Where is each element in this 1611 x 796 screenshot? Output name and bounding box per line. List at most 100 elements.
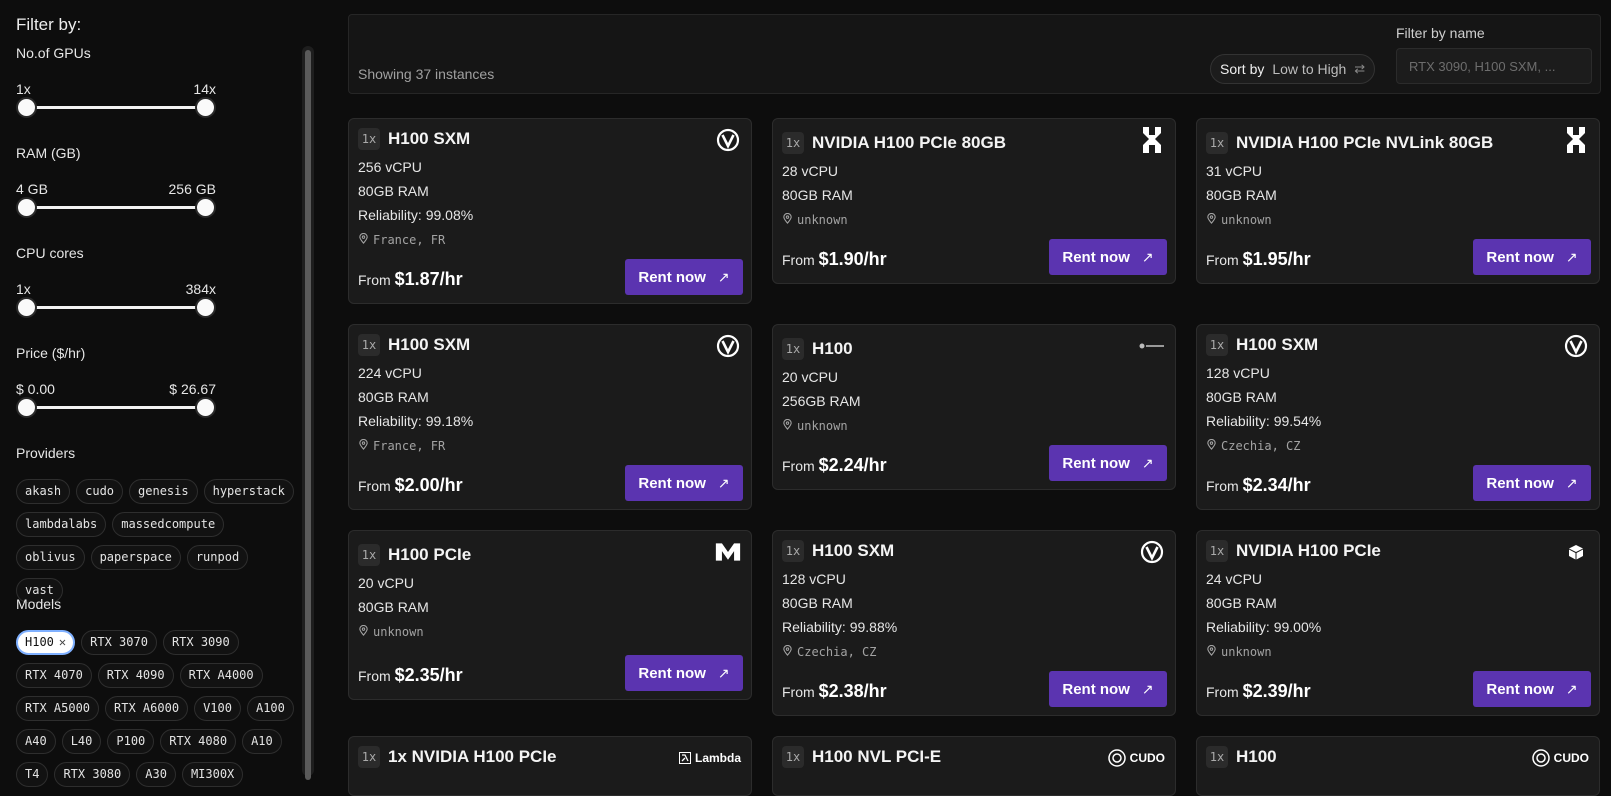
scrollbar-thumb[interactable] (305, 50, 311, 780)
reliability-spec: Reliability: 99.08% (358, 207, 474, 223)
slider-track (26, 306, 206, 309)
arrow-up-right-icon: ↗ (1141, 454, 1154, 471)
vcpu-spec: 28 vCPU (782, 163, 839, 179)
model-tag[interactable]: A10 (242, 729, 282, 754)
gpu-count-badge: 1x (1206, 132, 1228, 154)
provider-tag[interactable]: lambdalabs (16, 512, 107, 537)
instance-card: 1x H100 SXM 256 vCPU 80GB RAM Reliability: 9… (348, 118, 752, 304)
gpus-min-value: 1x (16, 81, 31, 97)
instance-card: 1x NVIDIA H100 PCIe NVLink 80GB 31 vCPU 80G… (1196, 118, 1600, 284)
rent-now-button[interactable]: Rent now ↗ (1473, 465, 1591, 501)
cpu-slider[interactable] (16, 297, 216, 319)
provider-tag[interactable]: akash (16, 479, 71, 504)
model-tag[interactable]: RTX 3080 (54, 762, 131, 787)
results-count: Showing 37 instances (358, 66, 495, 82)
rent-now-label: Rent now (1062, 454, 1130, 472)
location-text: unknown (373, 625, 424, 639)
ram-max-handle[interactable] (195, 197, 216, 218)
provider-tag[interactable]: massedcompute (112, 512, 225, 537)
location-text: unknown (797, 213, 848, 227)
model-tag[interactable]: RTX 4080 (160, 729, 237, 754)
model-tag[interactable]: RTX 3090 (162, 630, 239, 655)
instance-name: H100 SXM (388, 335, 471, 354)
model-tag[interactable]: A30 (136, 762, 176, 787)
rent-now-button[interactable]: Rent now ↗ (625, 655, 743, 691)
sort-button[interactable]: Sort by Low to High ⇄ (1210, 54, 1376, 84)
model-tag[interactable]: MI300X (181, 762, 244, 787)
provider-tag[interactable]: oblivus (16, 545, 85, 570)
provider-tag[interactable]: genesis (129, 479, 198, 504)
price-prefix: From (782, 458, 815, 474)
rent-now-button[interactable]: Rent now ↗ (1049, 239, 1167, 275)
model-tag[interactable]: RTX 3070 (81, 630, 157, 655)
instance-name: NVIDIA H100 PCIe NVLink 80GB (1236, 133, 1494, 152)
gpu-count-badge: 1x (782, 132, 804, 154)
model-tag[interactable]: RTX 4070 (16, 663, 92, 688)
location-pin-icon (358, 438, 369, 453)
instance-card: 1x H100 20 vCPU 256GB RAM unknown From $2.24/… (772, 324, 1176, 490)
location: Czechia, CZ (1206, 438, 1300, 453)
rent-now-button[interactable]: Rent now ↗ (625, 259, 743, 295)
ram-min-handle[interactable] (16, 197, 37, 218)
model-tag[interactable]: A40 (16, 729, 56, 754)
location: unknown (1206, 212, 1272, 227)
cube-logo-icon (1563, 539, 1589, 565)
ram-spec: 80GB RAM (782, 187, 853, 203)
sidebar-scrollbar[interactable] (302, 46, 314, 780)
providers-label: Providers (16, 445, 76, 461)
price-prefix: From (782, 684, 815, 700)
ram-slider[interactable] (16, 197, 216, 219)
price-value: $1.87/hr (394, 269, 463, 289)
model-tag[interactable]: RTX A5000 (16, 696, 100, 721)
provider-tag[interactable]: hyperstack (203, 479, 294, 504)
rent-now-button[interactable]: Rent now ↗ (1049, 445, 1167, 481)
gpu-count-badge: 1x (782, 338, 804, 360)
arrow-up-right-icon: ↗ (1141, 680, 1154, 697)
gpu-count-badge: 1x (782, 540, 804, 562)
rent-now-button[interactable]: Rent now ↗ (1473, 671, 1591, 707)
price-prefix: From (358, 668, 391, 684)
price-value: $1.95/hr (1242, 249, 1311, 269)
price: From $2.00/hr (358, 475, 463, 496)
location-pin-icon (1206, 644, 1217, 659)
location-text: unknown (1221, 213, 1272, 227)
price-min-handle[interactable] (16, 397, 37, 418)
remove-tag-icon[interactable]: ✕ (59, 635, 66, 649)
sort-value: Low to High (1272, 61, 1347, 77)
price-max-handle[interactable] (195, 397, 216, 418)
gpu-count-badge: 1x (358, 746, 380, 768)
model-tag[interactable]: V100 (194, 696, 241, 721)
price-prefix: From (782, 252, 815, 268)
rent-now-button[interactable]: Rent now ↗ (1049, 671, 1167, 707)
location: unknown (782, 418, 848, 433)
model-tag[interactable]: RTX A6000 (105, 696, 189, 721)
cudo-logo-icon: CUDO (1107, 745, 1165, 771)
model-tag-selected[interactable]: H100 ✕ (16, 630, 76, 655)
provider-tag[interactable]: runpod (186, 545, 249, 570)
rent-now-button[interactable]: Rent now ↗ (625, 465, 743, 501)
gpus-slider[interactable] (16, 97, 216, 119)
gpus-filter-label: No.of GPUs (16, 45, 91, 61)
gpu-count-badge: 1x (1206, 334, 1228, 356)
price-slider[interactable] (16, 397, 216, 419)
instance-name: H100 SXM (812, 541, 895, 560)
provider-tag[interactable]: cudo (76, 479, 124, 504)
location: unknown (782, 212, 848, 227)
cpu-max-handle[interactable] (195, 297, 216, 318)
price-filter-label: Price ($/hr) (16, 345, 86, 361)
cpu-min-handle[interactable] (16, 297, 37, 318)
model-tag[interactable]: A100 (246, 696, 294, 721)
model-tag[interactable]: L40 (61, 729, 102, 754)
model-tag[interactable]: RTX A4000 (179, 663, 263, 688)
filter-name-input[interactable] (1396, 48, 1592, 84)
rent-now-button[interactable]: Rent now ↗ (1473, 239, 1591, 275)
gpus-max-handle[interactable] (195, 97, 216, 118)
provider-tag[interactable]: paperspace (90, 545, 181, 570)
model-tag[interactable]: T4 (16, 762, 49, 787)
rent-now-label: Rent now (1486, 474, 1554, 492)
price-value: $2.39/hr (1242, 681, 1311, 701)
model-tag[interactable]: P100 (107, 729, 155, 754)
gpus-min-handle[interactable] (16, 97, 37, 118)
model-tag[interactable]: RTX 4090 (97, 663, 174, 688)
instance-name: H100 (812, 339, 853, 358)
